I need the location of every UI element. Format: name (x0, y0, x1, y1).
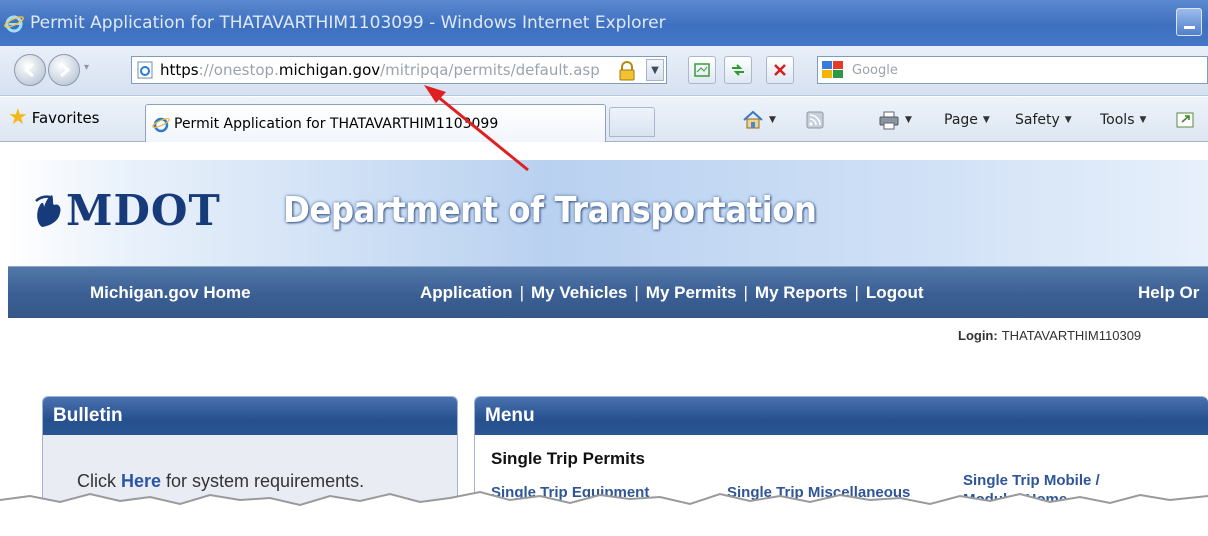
tools-menu[interactable]: Tools ▼ (1100, 97, 1146, 142)
nav-my-vehicles-link[interactable]: My Vehicles (531, 283, 627, 302)
bulletin-title: Bulletin (43, 397, 457, 435)
stop-button[interactable] (766, 56, 794, 84)
toolbar-extra-button[interactable] (1176, 97, 1196, 142)
url-subdomain: ://onestop. (198, 61, 279, 79)
nav-links: Application | My Vehicles | My Permits | My Re… (420, 283, 924, 303)
tab-title: Permit Application for THATAVARTHIM11030… (174, 115, 499, 132)
refresh-button[interactable] (724, 56, 752, 84)
chevron-down-icon: ▼ (982, 114, 990, 125)
favorites-star-icon: ★ (8, 105, 28, 130)
print-button[interactable]: ▼ (878, 97, 912, 142)
search-placeholder: Google (852, 62, 898, 78)
tab-permit-application[interactable]: Permit Application for THATAVARTHIM11030… (145, 104, 606, 142)
url-scheme: https (160, 61, 199, 79)
safety-menu[interactable]: Safety ▼ (1015, 97, 1072, 142)
page-content: MDOT Department of Transportation Michig… (0, 142, 1208, 536)
favorites-button[interactable]: ★ Favorites (8, 105, 100, 131)
nav-help-link[interactable]: Help Or (1138, 283, 1199, 303)
page-menu[interactable]: Page ▼ (944, 97, 990, 142)
home-button[interactable]: ▼ (742, 97, 776, 142)
mdot-logo-text: MDOT (66, 186, 221, 235)
page-icon (137, 61, 153, 79)
window-title: Permit Application for THATAVARTHIM11030… (30, 13, 666, 33)
nav-separator: | (634, 283, 639, 302)
nav-application-link[interactable]: Application (420, 283, 513, 302)
nav-separator: | (743, 283, 748, 302)
nav-logout-link[interactable]: Logout (866, 283, 924, 302)
address-toolbar: ▾ https://onestop. michigan.gov/mitripqa/… (0, 46, 1208, 96)
close-icon (774, 64, 786, 76)
compatibility-icon (694, 63, 710, 77)
minimize-button[interactable] (1176, 8, 1202, 36)
page-menu-label: Page (944, 111, 978, 128)
search-input[interactable]: Google (817, 56, 1208, 84)
feed-icon (806, 111, 824, 128)
login-user: THATAVARTHIM110309 (1001, 328, 1142, 343)
lock-icon[interactable] (618, 61, 636, 81)
nav-separator: | (519, 283, 524, 302)
chevron-down-icon: ▼ (1064, 114, 1072, 125)
window-launch-icon (1176, 112, 1194, 127)
nav-my-reports-link[interactable]: My Reports (755, 283, 848, 302)
site-banner: MDOT Department of Transportation (8, 160, 1208, 270)
home-icon (743, 110, 763, 128)
banner-title: Department of Transportation (283, 190, 817, 231)
safety-menu-label: Safety (1015, 111, 1060, 128)
forward-arrow-icon (60, 62, 71, 78)
site-nav: Michigan.gov Home Application | My Vehicle… (8, 266, 1208, 318)
ie-page-icon (152, 117, 170, 132)
url-path: /mitripqa/permits/default.asp (380, 61, 600, 79)
favorites-bar: ★ Favorites Permit Application for THATA… (0, 97, 1208, 142)
mdot-logo[interactable]: MDOT (34, 186, 221, 235)
title-bar: Permit Application for THATAVARTHIM11030… (0, 0, 1208, 46)
login-status: Login: THATAVARTHIM110309 (958, 328, 1141, 343)
forward-button[interactable] (48, 54, 80, 86)
refresh-icon (732, 64, 744, 76)
print-dropdown-icon[interactable]: ▼ (905, 115, 912, 125)
home-dropdown-icon[interactable]: ▼ (769, 115, 776, 125)
menu-section-title: Single Trip Permits (491, 449, 645, 468)
recent-pages-dropdown-icon[interactable]: ▾ (84, 62, 89, 73)
tools-menu-label: Tools (1100, 111, 1135, 128)
back-button[interactable] (14, 54, 46, 86)
back-arrow-icon (23, 62, 34, 78)
michigan-mitten-icon (35, 195, 61, 227)
feeds-button[interactable] (806, 97, 824, 142)
favorites-label: Favorites (31, 109, 100, 127)
url-host: michigan.gov (278, 61, 381, 79)
nav-michigan-home-link[interactable]: Michigan.gov Home (90, 283, 251, 303)
menu-title: Menu (475, 397, 1208, 435)
ie-logo-icon (4, 15, 24, 33)
new-tab-button[interactable] (609, 107, 655, 137)
compatibility-view-button[interactable] (688, 56, 716, 84)
url-dropdown-button[interactable]: ▼ (646, 59, 664, 81)
chevron-down-icon: ▼ (1139, 114, 1147, 125)
nav-separator: | (854, 283, 859, 302)
printer-icon (879, 111, 899, 129)
torn-paper-edge (0, 490, 1208, 536)
google-icon (822, 61, 843, 78)
nav-my-permits-link[interactable]: My Permits (646, 283, 737, 302)
url-field[interactable]: https://onestop. michigan.gov/mitripqa/pe… (131, 56, 667, 84)
login-label: Login: (958, 328, 998, 343)
